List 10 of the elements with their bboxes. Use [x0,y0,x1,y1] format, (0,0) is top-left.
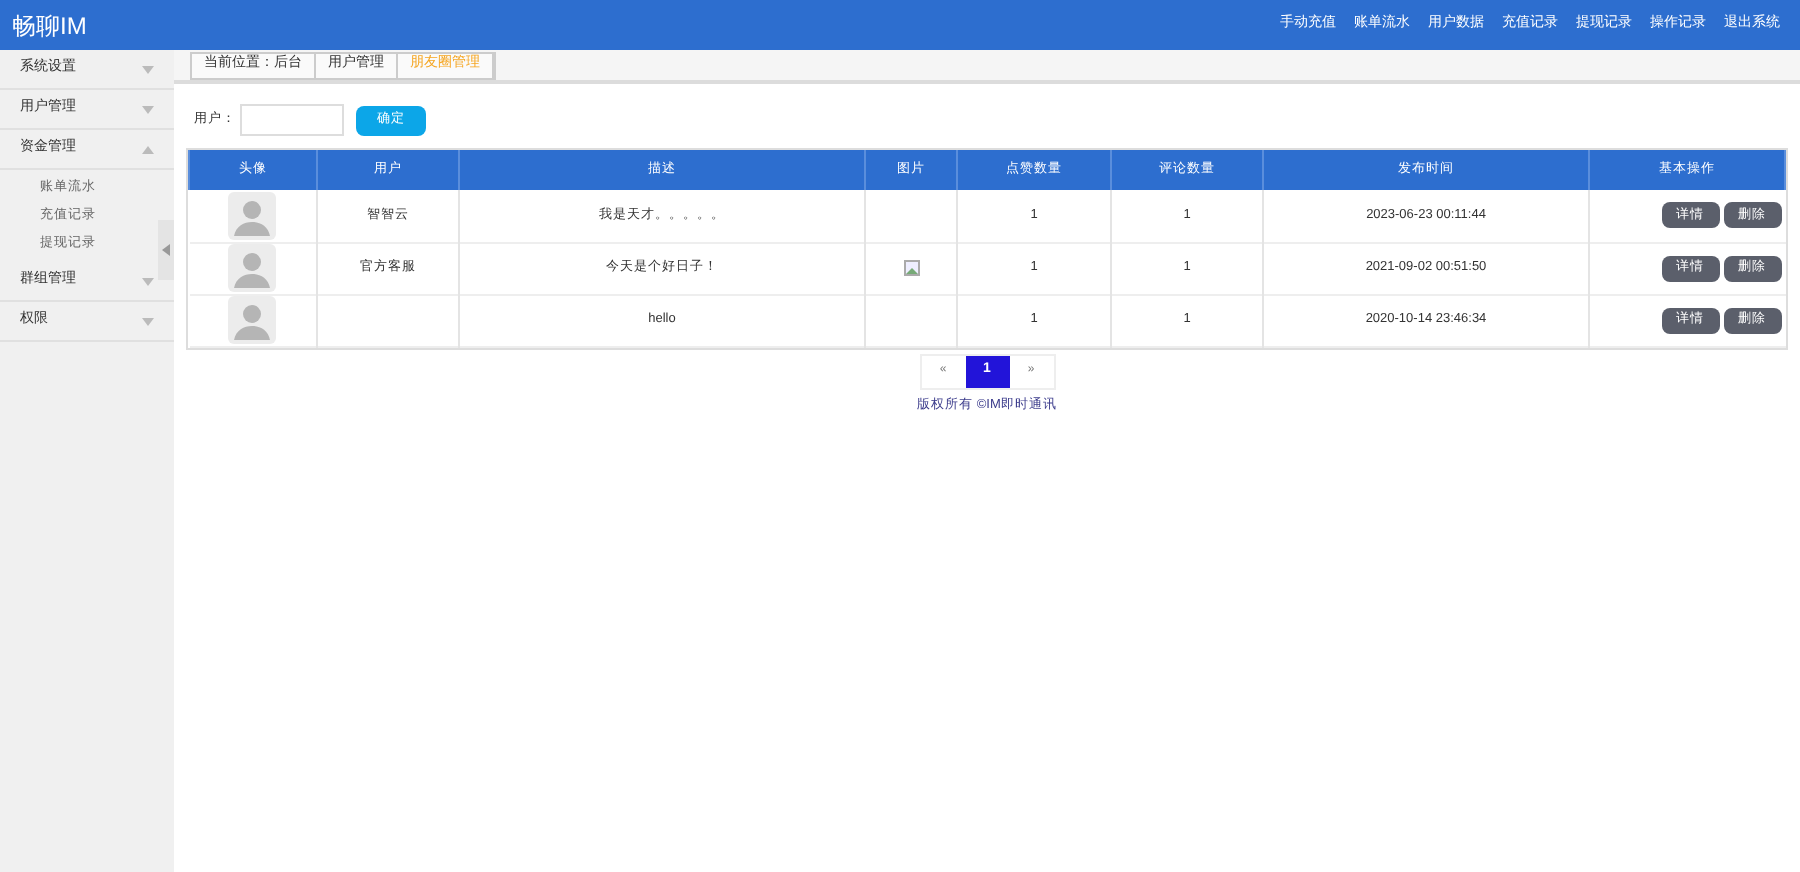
user-input[interactable] [240,104,344,136]
caret-down-icon [142,277,154,285]
logo-text: 畅聊IM [12,9,87,43]
collapse-handle[interactable] [158,220,174,280]
caret-down-icon [142,105,154,113]
caret-up-icon [142,145,154,153]
broken-image-icon [903,260,919,276]
caret-down-icon [142,317,154,325]
caret-down-icon [142,65,154,73]
caret-left-icon [162,244,170,256]
